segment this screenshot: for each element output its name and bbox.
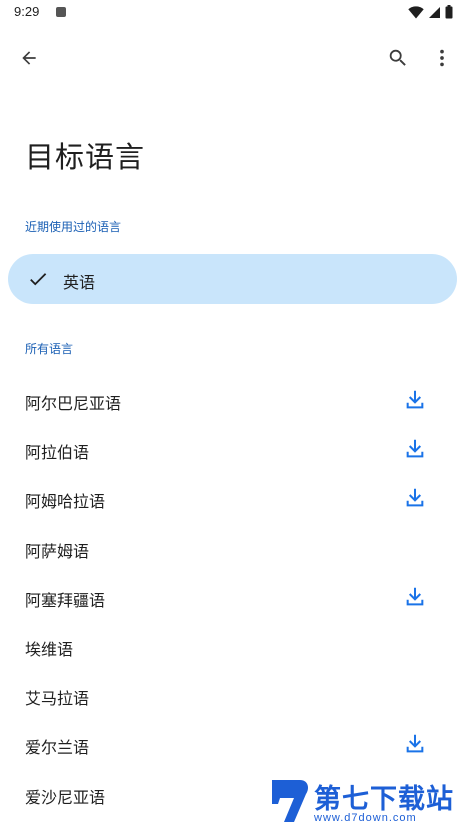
language-name: 阿尔巴尼亚语 xyxy=(25,394,122,413)
language-name: 阿萨姆语 xyxy=(25,541,90,561)
language-item[interactable]: 阿姆哈拉语 xyxy=(0,474,465,523)
cell-signal-icon xyxy=(429,6,440,18)
status-time: 9:29 xyxy=(14,4,40,19)
watermark-title: 第七下载站 xyxy=(314,784,454,815)
language-name: 爱尔兰语 xyxy=(25,738,90,758)
search-icon xyxy=(389,49,406,66)
language-item[interactable]: 阿塞拜疆语 xyxy=(0,573,465,622)
watermark-logo-icon xyxy=(272,780,308,822)
check-icon xyxy=(30,273,47,286)
language-name: 阿姆哈拉语 xyxy=(25,492,106,512)
download-icon[interactable] xyxy=(404,438,426,460)
language-list: 阿尔巴尼亚语 阿拉伯语 阿姆哈拉语 阿萨姆语 阿塞拜疆语 埃维语 艾马拉语 爱尔… xyxy=(0,376,465,819)
download-icon[interactable] xyxy=(404,586,426,608)
notification-app-icon xyxy=(56,7,66,17)
download-icon[interactable] xyxy=(404,733,426,755)
language-item[interactable]: 埃维语 xyxy=(0,622,465,671)
language-name: 爱沙尼亚语 xyxy=(25,787,106,807)
all-languages-section-header: 所有语言 xyxy=(25,342,74,356)
search-button[interactable] xyxy=(378,38,418,78)
download-icon[interactable] xyxy=(404,487,426,509)
battery-icon xyxy=(445,5,453,19)
recent-language-label: 英语 xyxy=(63,273,96,292)
language-name: 阿塞拜疆语 xyxy=(25,590,106,610)
language-item[interactable]: 阿萨姆语 xyxy=(0,524,465,573)
watermark-url: www.d7down.com xyxy=(314,812,417,824)
language-name: 艾马拉语 xyxy=(25,689,90,709)
language-item[interactable]: 阿尔巴尼亚语 xyxy=(0,376,465,425)
back-button[interactable] xyxy=(9,38,49,78)
more-options-button[interactable] xyxy=(422,38,462,78)
language-name: 埃维语 xyxy=(25,639,74,659)
language-item[interactable]: 爱尔兰语 xyxy=(0,720,465,769)
wifi-icon xyxy=(408,5,424,18)
more-vert-icon xyxy=(440,49,444,67)
download-icon[interactable] xyxy=(404,389,426,411)
language-name: 阿拉伯语 xyxy=(25,443,90,463)
page-title: 目标语言 xyxy=(25,140,146,174)
status-icons xyxy=(408,5,453,19)
watermark: 第七下载站 www.d7down.com xyxy=(268,774,463,826)
language-item[interactable]: 艾马拉语 xyxy=(0,671,465,720)
language-item[interactable]: 阿拉伯语 xyxy=(0,425,465,474)
recent-section-header: 近期使用过的语言 xyxy=(25,220,122,234)
recent-language-item-selected[interactable]: 英语 xyxy=(8,254,457,304)
status-bar: 9:29 xyxy=(0,0,465,26)
arrow-back-icon xyxy=(22,51,36,65)
top-app-bar xyxy=(0,30,465,86)
